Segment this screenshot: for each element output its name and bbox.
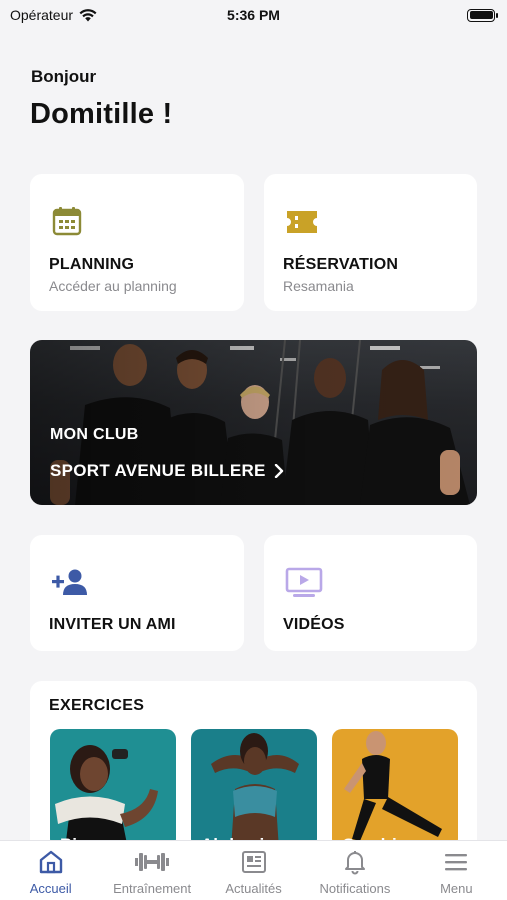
- wifi-icon: [79, 8, 97, 21]
- tab-bar: Accueil Entraînement Actualités Notifica…: [0, 840, 507, 900]
- exercise-photo-biceps: [55, 745, 158, 849]
- club-name-link[interactable]: SPORT AVENUE BILLERE: [50, 461, 284, 481]
- club-label: MON CLUB: [50, 426, 139, 443]
- reservation-card[interactable]: RÉSERVATION Resamania: [264, 174, 477, 311]
- carrier-group: Opérateur: [10, 7, 97, 23]
- home-icon: [39, 850, 62, 874]
- reservation-subtitle: Resamania: [283, 278, 354, 294]
- exercise-card-quadriceps[interactable]: Quadricens: [332, 729, 458, 849]
- ticket-icon: [287, 211, 317, 233]
- tab-label-entrainement: Entraînement: [113, 881, 192, 896]
- club-name: SPORT AVENUE BILLERE: [50, 461, 266, 480]
- tab-label-actualites: Actualités: [225, 881, 282, 896]
- videos-card[interactable]: VIDÉOS: [264, 535, 477, 651]
- exercises-panel: EXERCICES Biceps Abdomina Qu: [30, 681, 477, 851]
- exercises-title: EXERCICES: [49, 697, 145, 714]
- videos-title: VIDÉOS: [283, 616, 345, 633]
- chevron-right-icon: [274, 464, 283, 478]
- planning-title: PLANNING: [49, 256, 135, 273]
- invite-friend-title: INVITER UN AMI: [49, 616, 176, 633]
- dumbbell-icon: [135, 853, 170, 871]
- tab-label-accueil: Accueil: [29, 881, 72, 896]
- planning-subtitle: Accéder au planning: [49, 278, 177, 294]
- battery-icon: [467, 8, 498, 22]
- tab-menu[interactable]: Menu: [406, 841, 507, 900]
- calendar-icon: [52, 207, 82, 236]
- tab-entrainement[interactable]: Entraînement: [101, 841, 202, 900]
- video-icon: [285, 567, 323, 597]
- carrier-label: Opérateur: [10, 7, 74, 23]
- exercise-card-biceps[interactable]: Biceps: [50, 729, 176, 849]
- user-name: Domitille !: [30, 98, 173, 130]
- club-banner[interactable]: MON CLUB SPORT AVENUE BILLERE: [30, 340, 477, 505]
- status-bar: Opérateur 5:36 PM: [0, 0, 507, 30]
- tab-label-notifications: Notifications: [319, 881, 391, 896]
- tab-notifications[interactable]: Notifications: [304, 841, 405, 900]
- invite-friend-card[interactable]: INVITER UN AMI: [30, 535, 244, 651]
- exercise-photo-quadriceps: [344, 731, 442, 841]
- bell-icon: [344, 851, 365, 875]
- planning-card[interactable]: PLANNING Accéder au planning: [30, 174, 244, 311]
- reservation-title: RÉSERVATION: [283, 256, 399, 273]
- tab-label-menu: Menu: [440, 881, 473, 896]
- menu-icon: [445, 854, 468, 871]
- tab-accueil[interactable]: Accueil: [0, 841, 101, 900]
- add-user-icon: [52, 569, 87, 595]
- exercise-photo-abdominaux: [211, 733, 299, 849]
- tab-actualites[interactable]: Actualités: [203, 841, 304, 900]
- news-icon: [241, 851, 266, 873]
- exercise-card-abdominaux[interactable]: Abdomina: [191, 729, 317, 849]
- greeting-text: Bonjour: [31, 67, 97, 86]
